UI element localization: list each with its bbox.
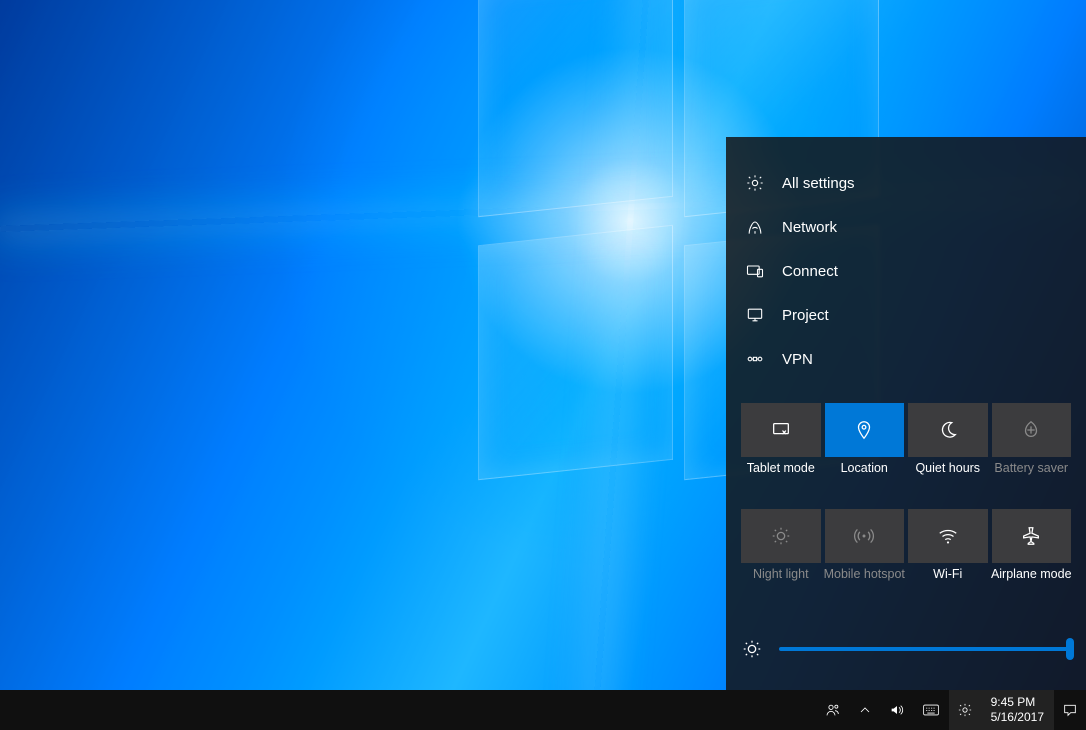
battery-saver-icon: [1020, 419, 1042, 441]
people-icon: [825, 702, 841, 718]
tray-input-indicator[interactable]: [913, 690, 949, 730]
airplane-icon: [1020, 525, 1042, 547]
quick-action-label: Night light: [737, 567, 825, 581]
keyboard-icon: [923, 702, 939, 718]
network-icon: [744, 216, 766, 238]
action-center-menu: All settings Network Connect Project VPN: [726, 161, 1086, 381]
wallpaper-decoration: [478, 0, 673, 217]
quick-action-tablet-mode[interactable]: Tablet mode: [741, 403, 821, 457]
vpn-icon: [744, 348, 766, 370]
connect-icon: [744, 260, 766, 282]
quick-action-label: Wi-Fi: [904, 567, 992, 581]
volume-icon: [889, 702, 905, 718]
tray-time: 9:45 PM: [991, 695, 1036, 710]
quick-action-label: Mobile hotspot: [821, 567, 909, 581]
brightness-slider[interactable]: [779, 647, 1071, 651]
tablet-mode-icon: [770, 419, 792, 441]
quick-action-mobile-hotspot[interactable]: Mobile hotspot: [825, 509, 905, 563]
tray-date: 5/16/2017: [991, 710, 1044, 725]
action-center-icon: [1062, 702, 1078, 718]
project-icon: [744, 304, 766, 326]
gear-icon: [957, 702, 973, 718]
menu-item-network[interactable]: Network: [734, 205, 1078, 249]
tray-volume[interactable]: [881, 690, 913, 730]
menu-item-all-settings[interactable]: All settings: [734, 161, 1078, 205]
quick-action-label: Battery saver: [988, 461, 1076, 475]
wifi-icon: [937, 525, 959, 547]
location-icon: [853, 419, 875, 441]
menu-item-project[interactable]: Project: [734, 293, 1078, 337]
menu-item-label: All settings: [782, 175, 855, 192]
night-light-icon: [770, 525, 792, 547]
quick-action-label: Location: [821, 461, 909, 475]
quick-action-label: Airplane mode: [988, 567, 1076, 581]
taskbar: 9:45 PM 5/16/2017: [0, 690, 1086, 730]
menu-item-label: Connect: [782, 263, 838, 280]
quick-action-label: Quiet hours: [904, 461, 992, 475]
tray-people[interactable]: [817, 690, 849, 730]
quick-action-quiet-hours[interactable]: Quiet hours: [908, 403, 988, 457]
action-center-panel: All settings Network Connect Project VPN: [726, 137, 1086, 690]
tray-overflow[interactable]: [849, 690, 881, 730]
gear-icon: [744, 172, 766, 194]
menu-item-label: Project: [782, 307, 829, 324]
tray-settings[interactable]: [949, 690, 981, 730]
menu-item-label: Network: [782, 219, 837, 236]
chevron-up-icon: [857, 702, 873, 718]
system-tray: 9:45 PM 5/16/2017: [817, 690, 1086, 730]
quick-action-location[interactable]: Location: [825, 403, 905, 457]
wallpaper-decoration: [478, 224, 673, 479]
brightness-slider-thumb[interactable]: [1066, 638, 1074, 660]
menu-item-connect[interactable]: Connect: [734, 249, 1078, 293]
brightness-control: [726, 620, 1086, 690]
quick-action-airplane-mode[interactable]: Airplane mode: [992, 509, 1072, 563]
quick-action-label: Tablet mode: [737, 461, 825, 475]
quick-actions-grid: Tablet mode Location Quiet hours Battery…: [726, 403, 1086, 563]
menu-item-vpn[interactable]: VPN: [734, 337, 1078, 381]
quick-action-wifi[interactable]: Wi-Fi: [908, 509, 988, 563]
mobile-hotspot-icon: [853, 525, 875, 547]
quiet-hours-icon: [937, 419, 959, 441]
quick-action-battery-saver[interactable]: Battery saver: [992, 403, 1072, 457]
tray-action-center-button[interactable]: [1054, 690, 1086, 730]
brightness-icon: [741, 638, 763, 660]
tray-clock[interactable]: 9:45 PM 5/16/2017: [981, 690, 1054, 730]
menu-item-label: VPN: [782, 351, 813, 368]
quick-action-night-light[interactable]: Night light: [741, 509, 821, 563]
